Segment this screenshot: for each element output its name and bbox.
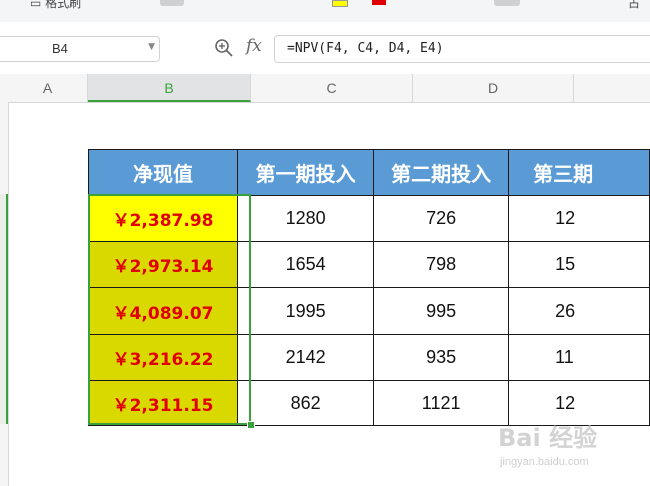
column-header-c[interactable]: C [251, 74, 413, 102]
table-row: ￥3,216.22 2142 935 11 [87, 334, 650, 381]
fill-handle[interactable] [247, 421, 255, 429]
period-1-cell[interactable]: 2142 [237, 334, 375, 381]
formula-text: =NPV(F4, C4, D4, E4) [287, 41, 444, 56]
period-2-cell[interactable]: 1121 [373, 380, 510, 426]
formula-input[interactable]: =NPV(F4, C4, D4, E4) [274, 35, 650, 63]
watermark-url: jingyan.baidu.com [500, 456, 589, 468]
font-color-swatch[interactable] [372, 0, 386, 5]
npv-cell[interactable]: ￥4,089.07 [87, 287, 239, 335]
header-period-3[interactable]: 第三期 [508, 149, 650, 196]
row-header-highlight [0, 194, 8, 424]
period-2-cell[interactable]: 995 [373, 287, 510, 335]
npv-cell[interactable]: ￥2,311.15 [87, 380, 239, 426]
npv-cell[interactable]: ￥3,216.22 [87, 334, 239, 381]
column-header-d[interactable]: D [413, 74, 574, 102]
period-1-cell[interactable]: 1654 [237, 241, 375, 288]
period-3-cell[interactable]: 15 [508, 241, 650, 288]
format-painter-label: 格式刷 [45, 0, 82, 10]
column-header-b[interactable]: B [88, 74, 251, 102]
watermark-logo: Bai 经验 [498, 424, 598, 452]
row-headers [0, 102, 9, 486]
period-1-cell[interactable]: 1280 [237, 195, 375, 242]
period-3-cell[interactable]: 12 [508, 195, 650, 242]
toolbar-gray-button[interactable] [160, 0, 184, 6]
header-period-2[interactable]: 第二期投入 [373, 149, 510, 196]
column-header-a[interactable]: A [8, 74, 88, 102]
toolbar-gray-button-2[interactable] [494, 0, 520, 6]
column-headers: A B C D [0, 74, 650, 103]
ribbon-toolbar: ▭ 格式刷 占 [0, 0, 650, 23]
period-3-cell[interactable]: 11 [508, 334, 650, 381]
data-table: 净现值 第一期投入 第二期投入 第三期 ￥2,387.98 1280 726 1… [87, 149, 650, 426]
zoom-icon[interactable] [214, 38, 234, 58]
period-1-cell[interactable]: 1995 [237, 287, 375, 335]
toolbar-right-label[interactable]: 占 [628, 0, 640, 10]
chevron-down-icon[interactable]: ▼ [148, 42, 155, 52]
name-box-value: B4 [52, 41, 68, 56]
name-box[interactable]: B4 ▼ [0, 36, 160, 62]
table-row: ￥2,973.14 1654 798 15 [87, 241, 650, 288]
format-painter-button[interactable]: ▭ 格式刷 [30, 0, 81, 10]
header-npv[interactable]: 净现值 [87, 149, 239, 196]
header-period-1[interactable]: 第一期投入 [237, 149, 375, 196]
period-2-cell[interactable]: 726 [373, 195, 510, 242]
formula-bar: B4 ▼ fx =NPV(F4, C4, D4, E4) [0, 22, 650, 72]
period-2-cell[interactable]: 798 [373, 241, 510, 288]
period-1-cell[interactable]: 862 [237, 380, 375, 426]
period-2-cell[interactable]: 935 [373, 334, 510, 381]
column-header-e[interactable] [574, 74, 650, 102]
table-row: ￥2,387.98 1280 726 12 [87, 195, 650, 242]
highlight-color-swatch[interactable] [332, 0, 348, 7]
function-icon[interactable]: fx [246, 36, 262, 56]
npv-cell[interactable]: ￥2,973.14 [87, 241, 239, 288]
npv-cell[interactable]: ￥2,387.98 [87, 195, 239, 242]
period-3-cell[interactable]: 26 [508, 287, 650, 335]
table-row: ￥4,089.07 1995 995 26 [87, 287, 650, 335]
header-row: 净现值 第一期投入 第二期投入 第三期 [87, 149, 650, 196]
